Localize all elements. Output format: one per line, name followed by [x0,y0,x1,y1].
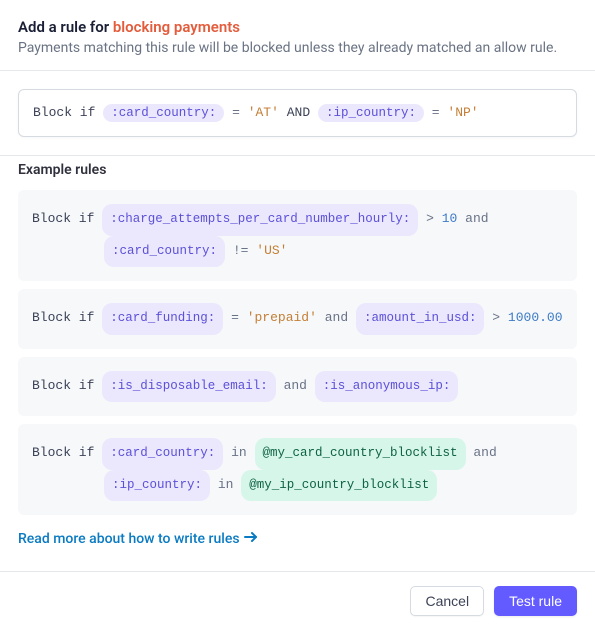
value-string: 'US' [256,243,287,258]
operator: > [426,211,434,226]
value-string: 'prepaid' [247,310,317,325]
value-string: 'AT' [248,105,279,120]
example-rule: Block if :card_funding: = 'prepaid' and … [18,289,577,349]
rule-keyword: Block if [32,310,94,325]
and-operator: and [284,378,307,393]
operator: != [233,243,249,258]
example-rule: Block if :card_country: in @my_card_coun… [18,424,577,515]
and-operator: and [473,445,496,460]
field-chip: :card_country: [103,104,224,122]
field-chip: :amount_in_usd: [356,303,485,335]
field-chip: :charge_attempts_per_card_number_hourly: [102,204,418,236]
page-title: Add a rule for blocking payments [18,18,577,36]
list-chip: @my_card_country_blocklist [255,438,466,470]
and-operator: and [465,211,488,226]
field-chip: :is_disposable_email: [102,371,276,403]
value-number: 1000.00 [508,310,563,325]
read-more-link[interactable]: Read more about how to write rules [18,523,258,555]
rule-editor[interactable]: Block if :card_country: = 'AT' AND :ip_c… [18,89,577,137]
rule-keyword: Block if [32,211,94,226]
title-accent: blocking payments [113,18,240,36]
example-rule: Block if :charge_attempts_per_card_numbe… [18,190,577,281]
rule-editor-section: Block if :card_country: = 'AT' AND :ip_c… [0,71,595,155]
rule-keyword: Block if [32,445,94,460]
cancel-button[interactable]: Cancel [410,586,484,616]
footer: Cancel Test rule [0,571,595,630]
field-chip: :ip_country: [318,104,424,122]
in-operator: in [231,445,247,460]
rule-keyword: Block if [32,378,94,393]
operator: = [231,310,239,325]
operator: > [492,310,500,325]
read-more-label: Read more about how to write rules [18,531,240,547]
field-chip: :card_funding: [102,303,223,335]
value-number: 10 [442,211,458,226]
value-string: 'NP' [447,105,478,120]
arrow-right-icon [244,531,258,547]
list-chip: @my_ip_country_blocklist [241,470,437,502]
examples-title: Example rules [18,162,577,178]
test-rule-button[interactable]: Test rule [494,586,577,616]
page-subtitle: Payments matching this rule will be bloc… [18,40,577,56]
field-chip: :card_country: [104,236,225,268]
rule-keyword: Block if [33,105,95,120]
in-operator: in [218,477,234,492]
title-prefix: Add a rule for [18,18,113,36]
and-operator: and [325,310,348,325]
field-chip: :is_anonymous_ip: [315,371,459,403]
and-operator: AND [287,105,310,120]
example-rule: Block if :is_disposable_email: and :is_a… [18,357,577,417]
field-chip: :card_country: [102,438,223,470]
operator: = [432,105,440,120]
field-chip: :ip_country: [104,470,210,502]
operator: = [232,105,240,120]
examples-section: Example rules Block if :charge_attempts_… [0,156,595,565]
header: Add a rule for blocking payments Payment… [0,0,595,70]
